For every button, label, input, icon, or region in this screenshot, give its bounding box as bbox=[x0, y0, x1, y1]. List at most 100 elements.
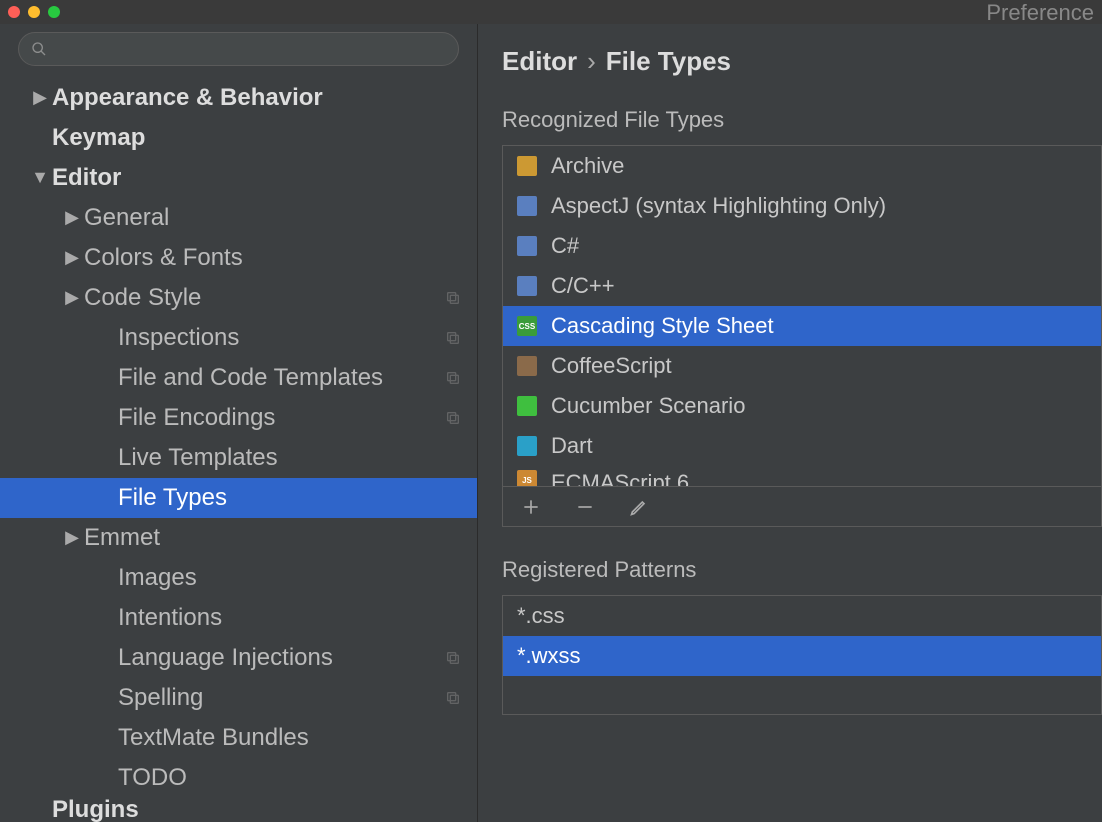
chevron-right-icon[interactable]: ▶ bbox=[60, 287, 84, 309]
settings-search-input[interactable] bbox=[53, 39, 446, 60]
file-type-icon bbox=[517, 236, 537, 256]
sidebar-item-inspections[interactable]: Inspections bbox=[0, 318, 477, 358]
file-type-label: ECMAScript 6 bbox=[551, 470, 689, 486]
chevron-right-icon[interactable]: ▶ bbox=[28, 87, 52, 109]
sidebar-item-label: Live Templates bbox=[118, 444, 463, 473]
sidebar-item-intentions[interactable]: Intentions bbox=[0, 598, 477, 638]
sidebar-item-label: Language Injections bbox=[118, 644, 443, 673]
project-scope-icon bbox=[443, 288, 463, 308]
file-type-row-c-c-[interactable]: C/C++ bbox=[503, 266, 1101, 306]
project-scope-icon bbox=[443, 368, 463, 388]
sidebar-item-live-templates[interactable]: Live Templates bbox=[0, 438, 477, 478]
file-type-icon bbox=[517, 196, 537, 216]
sidebar-item-label: TODO bbox=[118, 764, 463, 793]
sidebar-item-label: Inspections bbox=[118, 324, 443, 353]
sidebar-item-label: TextMate Bundles bbox=[118, 724, 463, 753]
sidebar-item-label: Code Style bbox=[84, 284, 443, 313]
sidebar-item-editor[interactable]: ▼Editor bbox=[0, 158, 477, 198]
file-type-label: Dart bbox=[551, 433, 593, 459]
pattern-row--css[interactable]: *.css bbox=[503, 596, 1101, 636]
project-scope-icon bbox=[443, 648, 463, 668]
window-title: Preference bbox=[986, 0, 1094, 26]
file-type-row-dart[interactable]: Dart bbox=[503, 426, 1101, 466]
file-type-label: CoffeeScript bbox=[551, 353, 672, 379]
file-type-label: Archive bbox=[551, 153, 624, 179]
sidebar-item-language-injections[interactable]: Language Injections bbox=[0, 638, 477, 678]
file-type-row-c-[interactable]: C# bbox=[503, 226, 1101, 266]
sidebar-item-label: Colors & Fonts bbox=[84, 244, 463, 273]
file-type-row-aspectj-syntax-highlighting-only-[interactable]: AspectJ (syntax Highlighting Only) bbox=[503, 186, 1101, 226]
file-type-row-archive[interactable]: Archive bbox=[503, 146, 1101, 186]
file-type-icon bbox=[517, 436, 537, 456]
sidebar-item-label: Appearance & Behavior bbox=[52, 84, 463, 113]
project-scope-icon bbox=[443, 408, 463, 428]
sidebar-item-todo[interactable]: TODO bbox=[0, 758, 477, 798]
sidebar-item-label: Plugins bbox=[52, 798, 463, 822]
chevron-right-icon[interactable]: ▶ bbox=[60, 207, 84, 229]
recognized-file-types-box: Archive AspectJ (syntax Highlighting Only… bbox=[502, 145, 1102, 527]
registered-patterns-label: Registered Patterns bbox=[502, 557, 1102, 583]
sidebar-item-colors-fonts[interactable]: ▶Colors & Fonts bbox=[0, 238, 477, 278]
file-type-label: C# bbox=[551, 233, 579, 259]
search-icon bbox=[31, 41, 47, 57]
sidebar-item-spelling[interactable]: Spelling bbox=[0, 678, 477, 718]
sidebar-item-label: General bbox=[84, 204, 463, 233]
breadcrumb-part-1: Editor bbox=[502, 46, 577, 77]
sidebar-item-appearance-behavior[interactable]: ▶Appearance & Behavior bbox=[0, 78, 477, 118]
file-type-label: Cascading Style Sheet bbox=[551, 313, 774, 339]
file-type-icon bbox=[517, 396, 537, 416]
file-type-icon bbox=[517, 276, 537, 296]
chevron-right-icon[interactable]: ▶ bbox=[60, 247, 84, 269]
sidebar-item-label: Keymap bbox=[52, 124, 463, 153]
sidebar-item-file-types[interactable]: File Types bbox=[0, 478, 477, 518]
sidebar-item-general[interactable]: ▶General bbox=[0, 198, 477, 238]
sidebar-item-label: File Encodings bbox=[118, 404, 443, 433]
settings-sidebar: ▶Appearance & BehaviorKeymap▼Editor▶Gene… bbox=[0, 24, 478, 822]
remove-file-type-button[interactable] bbox=[573, 495, 597, 519]
file-type-label: Cucumber Scenario bbox=[551, 393, 745, 419]
sidebar-item-label: Images bbox=[118, 564, 463, 593]
file-type-row-coffeescript[interactable]: CoffeeScript bbox=[503, 346, 1101, 386]
recognized-file-types-label: Recognized File Types bbox=[502, 107, 1102, 133]
sidebar-item-file-and-code-templates[interactable]: File and Code Templates bbox=[0, 358, 477, 398]
project-scope-icon bbox=[443, 688, 463, 708]
edit-file-type-button[interactable] bbox=[627, 495, 651, 519]
sidebar-item-code-style[interactable]: ▶Code Style bbox=[0, 278, 477, 318]
file-type-icon bbox=[517, 156, 537, 176]
sidebar-item-label: Intentions bbox=[118, 604, 463, 633]
sidebar-item-file-encodings[interactable]: File Encodings bbox=[0, 398, 477, 438]
chevron-right-icon[interactable]: ▶ bbox=[60, 527, 84, 549]
file-type-icon: CSS bbox=[517, 316, 537, 336]
settings-main: Editor › File Types Recognized File Type… bbox=[478, 24, 1102, 822]
sidebar-item-label: Emmet bbox=[84, 524, 463, 553]
sidebar-item-label: File and Code Templates bbox=[118, 364, 443, 393]
pattern-row--wxss[interactable]: *.wxss bbox=[503, 636, 1101, 676]
sidebar-item-keymap[interactable]: Keymap bbox=[0, 118, 477, 158]
file-type-row-cucumber-scenario[interactable]: Cucumber Scenario bbox=[503, 386, 1101, 426]
project-scope-icon bbox=[443, 328, 463, 348]
file-type-row-cascading-style-sheet[interactable]: CSS Cascading Style Sheet bbox=[503, 306, 1101, 346]
file-type-label: C/C++ bbox=[551, 273, 615, 299]
sidebar-item-label: Editor bbox=[52, 164, 463, 193]
sidebar-item-images[interactable]: Images bbox=[0, 558, 477, 598]
add-file-type-button[interactable] bbox=[519, 495, 543, 519]
breadcrumb-part-2: File Types bbox=[606, 46, 731, 77]
file-type-icon: JS bbox=[517, 470, 537, 486]
minimize-window-button[interactable] bbox=[28, 6, 40, 18]
window-controls bbox=[8, 6, 60, 18]
file-type-row-ecmascript-6[interactable]: JS ECMAScript 6 bbox=[503, 466, 1101, 486]
file-type-label: AspectJ (syntax Highlighting Only) bbox=[551, 193, 886, 219]
sidebar-item-plugins[interactable]: Plugins bbox=[0, 798, 477, 822]
sidebar-item-label: Spelling bbox=[118, 684, 443, 713]
breadcrumb: Editor › File Types bbox=[502, 46, 1102, 77]
settings-search[interactable] bbox=[18, 32, 459, 66]
zoom-window-button[interactable] bbox=[48, 6, 60, 18]
sidebar-item-textmate-bundles[interactable]: TextMate Bundles bbox=[0, 718, 477, 758]
chevron-down-icon[interactable]: ▼ bbox=[28, 167, 52, 189]
recognized-file-types-list[interactable]: Archive AspectJ (syntax Highlighting Only… bbox=[503, 146, 1101, 486]
sidebar-item-emmet[interactable]: ▶Emmet bbox=[0, 518, 477, 558]
registered-patterns-list[interactable]: *.css*.wxss bbox=[502, 595, 1102, 715]
file-type-icon bbox=[517, 356, 537, 376]
title-bar: Preference bbox=[0, 0, 1102, 24]
close-window-button[interactable] bbox=[8, 6, 20, 18]
